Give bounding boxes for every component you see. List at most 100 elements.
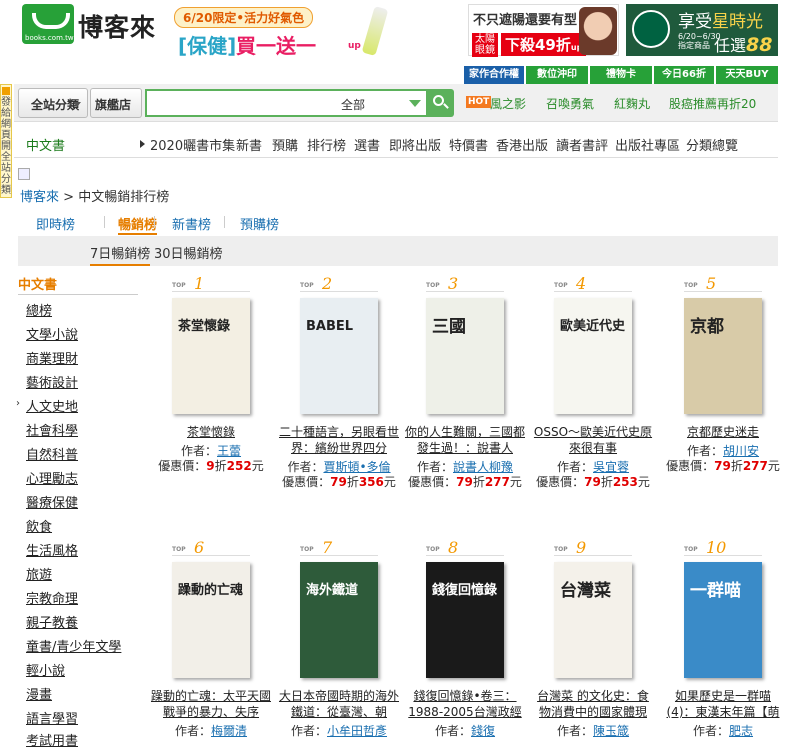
tab-30day[interactable]: 30日暢銷榜 (154, 243, 223, 264)
book-title[interactable]: 茶堂懷錄 (150, 424, 272, 440)
book-title[interactable]: OSSO～歐美近代史原來很有事 (532, 424, 654, 456)
rank-tabs: 即時榜 暢銷榜 新書榜 預購榜 (18, 208, 778, 235)
author-link[interactable]: 賈斯頓•多倫 (323, 460, 390, 474)
book-title[interactable]: 台灣菜 的文化史：食物消費中的國家體現 (532, 688, 654, 720)
tab-realtime[interactable]: 即時榜 (36, 214, 75, 233)
top-link-66[interactable]: 今日66折 (654, 66, 714, 84)
cover-title: 海外鐵道 (306, 583, 359, 598)
book-cover[interactable]: 海外鐵道 (300, 562, 378, 678)
cat-item[interactable]: 選書 (354, 135, 380, 154)
cat-item[interactable]: 香港出版 (496, 135, 548, 154)
promo-suffix: up (348, 41, 361, 51)
category-nav: 中文書 2020曬書市集 新書 預購 排行榜 選書 即將出版 特價書 香港出版 … (14, 128, 778, 158)
search-button[interactable] (426, 89, 454, 117)
leftnav-item[interactable]: 生活風格 (26, 540, 78, 559)
book-price: 優惠價：79折277元 (666, 459, 780, 473)
top-link-partner[interactable]: 家作合作權 (464, 66, 524, 84)
store-menu-button[interactable]: 旗艦店 (90, 88, 142, 118)
leftnav-item[interactable]: 商業理財 (26, 348, 78, 367)
author-link[interactable]: 錢復 (471, 724, 495, 738)
chevron-down-icon[interactable] (409, 100, 421, 107)
book-title[interactable]: 大日本帝國時期的海外鐵道：從臺灣、朝 (278, 688, 400, 720)
leftnav-item[interactable]: 考試用書 (26, 730, 78, 749)
leftnav-item[interactable]: 社會科學 (26, 420, 78, 439)
book-cover[interactable]: 三國 (426, 298, 504, 414)
breadcrumb-home[interactable]: 博客來 (20, 190, 59, 205)
leftnav-item[interactable]: 飲食 (26, 516, 52, 535)
leftnav-item[interactable]: 漫畫 (26, 684, 52, 703)
book-cover[interactable]: 歐美近代史 (554, 298, 632, 414)
cat-item[interactable]: 2020曬書市集 (150, 135, 235, 154)
author-link[interactable]: 小牟田哲彥 (327, 724, 387, 738)
leftnav-item[interactable]: 心理勵志 (26, 468, 78, 487)
book-title[interactable]: 二十種語言，另眼看世界：繽紛世界四分 (278, 424, 400, 456)
cat-item[interactable]: 特價書 (449, 135, 488, 154)
book-cover[interactable]: 一群喵 (684, 562, 762, 678)
book-cover[interactable]: 京都 (684, 298, 762, 414)
book-cover[interactable]: 台灣菜 (554, 562, 632, 678)
author-link[interactable]: 陳玉箴 (593, 724, 629, 738)
promo-banner[interactable]: 6/20限定•活力好氣色 [保健] 買一送一 up (172, 5, 394, 58)
cat-item[interactable]: 新書 (236, 135, 262, 154)
leftnav-item[interactable]: 親子教養 (26, 612, 78, 631)
leftnav-item[interactable]: 宗教命理 (26, 588, 78, 607)
book-cover[interactable]: BABEL (300, 298, 378, 414)
author-link[interactable]: 胡川安 (723, 444, 759, 458)
book-title[interactable]: 如果歷史是一群喵(4)：東漢末年篇【萌 (662, 688, 784, 720)
leftnav-item[interactable]: 輕小說 (26, 660, 65, 679)
supplement-tube-icon (361, 6, 389, 56)
model-face-icon (579, 7, 617, 55)
leftnav-item[interactable]: 童書/青少年文學 (26, 636, 121, 655)
book-cover[interactable]: 茶堂懷錄 (172, 298, 250, 414)
leftnav-item[interactable]: 自然科普 (26, 444, 78, 463)
book-title[interactable]: 你的人生難關，三國都發生過！：說書人 (404, 424, 526, 456)
leftnav-item[interactable]: 總榜 (26, 300, 52, 319)
category-menu-button[interactable]: 全站分類 (18, 88, 88, 118)
tab-newbooks[interactable]: 新書榜 (172, 214, 211, 233)
cover-title: 錢復回憶錄 (432, 583, 498, 598)
tab-bestseller[interactable]: 暢銷榜 (118, 214, 158, 235)
hot-keyword[interactable]: 召喚勇氣 (546, 95, 594, 112)
cat-item[interactable]: 排行榜 (307, 135, 346, 154)
sunglasses-ad[interactable]: 不只遮陽還要有型 太陽眼鏡 下殺49折up (468, 4, 619, 57)
promo-date-tag: 6/20限定•活力好氣色 (174, 7, 314, 28)
book-cover[interactable]: 錢復回憶錄 (426, 562, 504, 678)
hot-keyword[interactable]: 股癌推薦再折20 (669, 95, 756, 112)
hot-keyword[interactable]: 風之影 (490, 95, 526, 112)
current-category[interactable]: 中文書 (26, 135, 65, 154)
search-scope[interactable]: 全部 (341, 96, 365, 113)
starbucks-ad[interactable]: 享受星時光 6/20~6/30指定商品 任選88折 (626, 4, 778, 79)
tab-preorder[interactable]: 預購榜 (240, 214, 279, 233)
breadcrumb-current: 中文暢銷排行榜 (78, 190, 170, 205)
search-input[interactable]: 全部 (145, 89, 428, 117)
cat-item[interactable]: 即將出版 (389, 135, 441, 154)
leftnav-item[interactable]: 人文史地 (26, 396, 78, 415)
top-link-photo[interactable]: 數位沖印 (526, 66, 588, 84)
leftnav-item[interactable]: 文學小說 (26, 324, 78, 343)
leftnav-item[interactable]: 醫療保健 (26, 492, 78, 511)
leftnav-item[interactable]: 藝術設計 (26, 372, 78, 391)
author-link[interactable]: 吳宜蓉 (593, 460, 629, 474)
cover-title: 躁動的亡魂 (178, 583, 244, 598)
leftnav-item[interactable]: 旅遊 (26, 564, 52, 583)
book-title[interactable]: 錢復回憶錄•卷三：1988-2005台灣政經 (404, 688, 526, 720)
cat-item[interactable]: 出版社專區 (615, 135, 680, 154)
top-link-buy[interactable]: 天天BUY (716, 66, 778, 84)
tab-7day[interactable]: 7日暢銷榜 (90, 243, 151, 266)
cover-title: 三國 (432, 317, 466, 337)
cat-item[interactable]: 預購 (272, 135, 298, 154)
site-logo[interactable]: books.com.tw 博客來 (22, 4, 162, 44)
book-title[interactable]: 躁動的亡魂：太平天國戰爭的暴力、失序 (150, 688, 272, 720)
cat-item[interactable]: 讀者書評 (556, 135, 608, 154)
author-link[interactable]: 梅爾清 (211, 724, 247, 738)
side-category-tab[interactable]: 發給網頁開全站分類 (0, 84, 12, 198)
leftnav-item[interactable]: 語言學習 (26, 708, 78, 727)
book-cover[interactable]: 躁動的亡魂 (172, 562, 250, 678)
cat-item[interactable]: 分類總覽 (686, 135, 738, 154)
book-title[interactable]: 京都歷史迷走 (662, 424, 784, 440)
hot-keyword[interactable]: 紅麴丸 (614, 95, 650, 112)
top-link-giftcard[interactable]: 禮物卡 (590, 66, 652, 84)
author-link[interactable]: 說書人柳豫 (453, 460, 513, 474)
author-link[interactable]: 王蕾 (217, 444, 241, 458)
author-link[interactable]: 肥志 (729, 724, 753, 738)
